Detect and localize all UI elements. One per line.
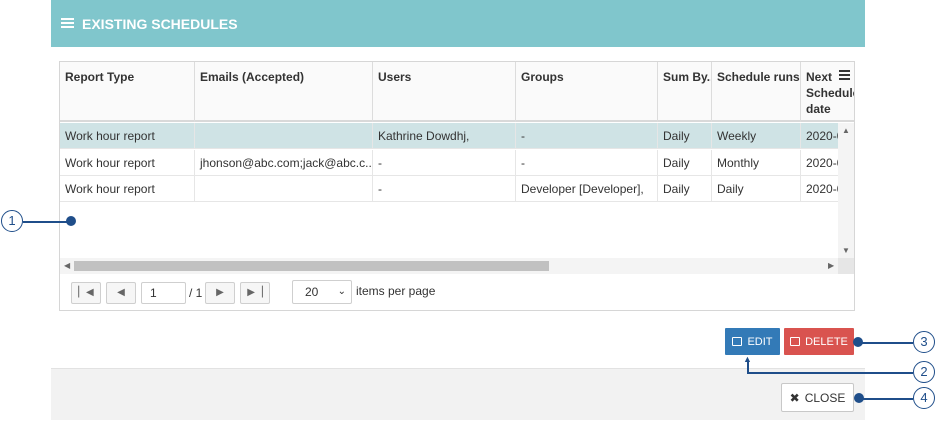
scroll-left-icon[interactable]: ◀ bbox=[64, 262, 70, 270]
cell-next-schedule: 2020-0 bbox=[806, 129, 838, 143]
callout-3-line bbox=[860, 342, 913, 344]
cell-emails bbox=[195, 176, 373, 202]
scroll-right-icon[interactable]: ▶ bbox=[828, 262, 834, 270]
cell-schedule-runs: Monthly bbox=[712, 150, 801, 176]
first-page-button[interactable]: ▏◀ bbox=[71, 282, 101, 304]
edit-icon bbox=[732, 337, 743, 346]
callout-2-arrow-icon: ▲ bbox=[743, 354, 752, 364]
list-icon bbox=[61, 18, 74, 29]
cell-groups: Developer [Developer], bbox=[516, 176, 658, 202]
cell-next-schedule: 2020-0 bbox=[806, 182, 838, 196]
prev-page-icon: ◀ bbox=[117, 287, 125, 298]
callout-3: 3 bbox=[913, 331, 935, 353]
page-size-value: 20 bbox=[305, 285, 319, 299]
schedules-grid: Report Type Emails (Accepted) Users Grou… bbox=[59, 61, 855, 311]
scrollbar-corner bbox=[838, 258, 854, 274]
items-per-page-label: items per page bbox=[356, 284, 436, 298]
horizontal-scroll-thumb[interactable] bbox=[74, 261, 549, 271]
scroll-down-icon[interactable]: ▼ bbox=[842, 247, 850, 255]
table-row[interactable]: Work hour report - Developer [Developer]… bbox=[60, 176, 838, 202]
page-number-input[interactable]: 1 bbox=[141, 282, 186, 304]
cell-report-type: Work hour report bbox=[60, 176, 195, 202]
table-row[interactable]: Work hour report jhonson@abc.com;jack@ab… bbox=[60, 150, 838, 176]
close-icon: ✖ bbox=[789, 390, 800, 405]
cell-schedule-runs: Daily bbox=[712, 176, 801, 202]
callout-4: 4 bbox=[913, 387, 935, 409]
delete-icon bbox=[790, 337, 801, 346]
column-header-users[interactable]: Users bbox=[373, 62, 516, 122]
cell-sum-by: Daily bbox=[658, 150, 712, 176]
cell-groups: - bbox=[516, 123, 658, 149]
first-page-icon: ▏◀ bbox=[78, 287, 94, 298]
callout-1-dot bbox=[66, 216, 76, 226]
close-label: CLOSE bbox=[804, 390, 846, 405]
cell-groups: - bbox=[516, 150, 658, 176]
table-row[interactable]: Work hour report Kathrine Dowdhj, - Dail… bbox=[60, 123, 838, 149]
prev-page-button[interactable]: ◀ bbox=[106, 282, 136, 304]
cell-report-type: Work hour report bbox=[60, 123, 195, 149]
cell-users: Kathrine Dowdhj, bbox=[373, 123, 516, 149]
page-total: / 1 bbox=[189, 286, 203, 300]
callout-2: 2 bbox=[913, 361, 935, 383]
next-page-icon: ▶ bbox=[216, 287, 224, 298]
schedules-dialog: EXISTING SCHEDULES Report Type Emails (A… bbox=[0, 0, 936, 426]
column-menu-icon[interactable] bbox=[839, 70, 850, 80]
pager: ▏◀ ◀ 1 / 1 ▶ ▶▕ 20 ⌄ items per page bbox=[60, 274, 854, 310]
page-size-select[interactable]: 20 ⌄ bbox=[292, 280, 352, 304]
callout-4-line bbox=[861, 398, 913, 400]
column-header-schedule-runs[interactable]: Schedule runs.. bbox=[712, 62, 801, 122]
column-header-sum-by[interactable]: Sum By.. bbox=[658, 62, 712, 122]
cell-sum-by: Daily bbox=[658, 176, 712, 202]
chevron-down-icon: ⌄ bbox=[337, 286, 346, 297]
dialog-footer bbox=[51, 368, 865, 420]
panel-title: EXISTING SCHEDULES bbox=[82, 15, 238, 32]
horizontal-scrollbar[interactable]: ◀ ▶ bbox=[60, 258, 838, 274]
column-header-report-type[interactable]: Report Type bbox=[60, 62, 195, 122]
column-header-emails[interactable]: Emails (Accepted) bbox=[195, 62, 373, 122]
edit-button[interactable]: EDIT bbox=[725, 328, 780, 355]
edit-label: EDIT bbox=[747, 335, 773, 348]
cell-next-schedule: 2020-0 bbox=[806, 156, 838, 170]
scroll-up-icon[interactable]: ▲ bbox=[842, 127, 850, 135]
callout-1-line bbox=[23, 221, 68, 223]
cell-users: - bbox=[373, 150, 516, 176]
cell-emails: jhonson@abc.com;jack@abc.c... bbox=[195, 150, 373, 176]
callout-1: 1 bbox=[1, 210, 23, 232]
panel-header: EXISTING SCHEDULES bbox=[51, 0, 865, 47]
close-button[interactable]: ✖ CLOSE bbox=[781, 383, 854, 412]
last-page-icon: ▶▕ bbox=[247, 287, 263, 298]
delete-label: DELETE bbox=[805, 335, 848, 348]
cell-schedule-runs: Weekly bbox=[712, 123, 801, 149]
column-header-groups[interactable]: Groups bbox=[516, 62, 658, 122]
last-page-button[interactable]: ▶▕ bbox=[240, 282, 270, 304]
vertical-scrollbar[interactable]: ▲ ▼ bbox=[838, 123, 854, 260]
delete-button[interactable]: DELETE bbox=[784, 328, 854, 355]
cell-sum-by: Daily bbox=[658, 123, 712, 149]
callout-2-line bbox=[747, 372, 913, 374]
cell-users: - bbox=[373, 176, 516, 202]
next-page-button[interactable]: ▶ bbox=[205, 282, 235, 304]
cell-report-type: Work hour report bbox=[60, 150, 195, 176]
cell-emails bbox=[195, 123, 373, 149]
grid-header: Report Type Emails (Accepted) Users Grou… bbox=[60, 62, 854, 122]
